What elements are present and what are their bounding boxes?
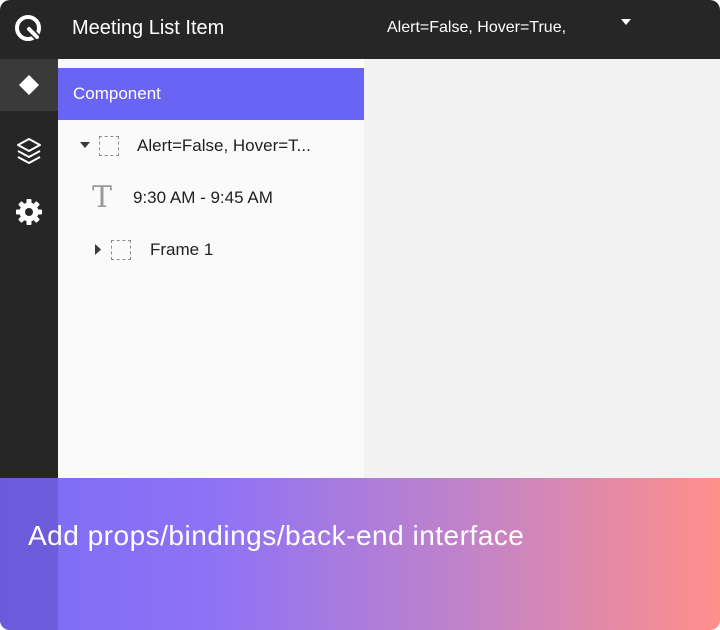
variant-selector[interactable]: Alert=False, Hover=True, (387, 18, 566, 38)
rail-button-settings[interactable] (0, 186, 58, 238)
app-logo-icon[interactable] (12, 12, 44, 44)
app-window: Meeting List Item Alert=False, Hover=Tru… (0, 0, 720, 630)
panel-header-label: Component (73, 84, 161, 103)
tree-item-label: 9:30 AM - 9:45 AM (133, 188, 273, 207)
tree-item-label: Alert=False, Hover=T... (137, 136, 311, 155)
caret-right-icon[interactable] (94, 244, 101, 255)
rail-button-layers[interactable] (0, 125, 58, 177)
chevron-down-icon[interactable] (620, 18, 632, 26)
tree-item-label: Frame 1 (150, 240, 214, 259)
banner-text: Add props/bindings/back-end interface (28, 520, 525, 551)
rail-button-component[interactable] (0, 59, 58, 111)
panel-header[interactable]: Component (58, 68, 364, 120)
tree-item-variant[interactable]: Alert=False, Hover=T... (58, 126, 364, 166)
feature-banner: Add props/bindings/back-end interface (0, 478, 720, 630)
banner-rail-overlay (0, 478, 58, 630)
frame-icon (99, 136, 119, 156)
gear-icon (16, 199, 42, 225)
tree-item-text[interactable]: T 9:30 AM - 9:45 AM (58, 178, 364, 218)
diamond-icon (19, 75, 39, 95)
frame-icon (111, 240, 131, 260)
tree-item-frame[interactable]: Frame 1 (58, 230, 364, 270)
layers-icon (17, 138, 41, 164)
text-icon: T (92, 180, 113, 215)
caret-down-icon[interactable] (80, 141, 90, 149)
top-bar: Meeting List Item Alert=False, Hover=Tru… (0, 0, 720, 59)
document-title: Meeting List Item (72, 17, 225, 39)
